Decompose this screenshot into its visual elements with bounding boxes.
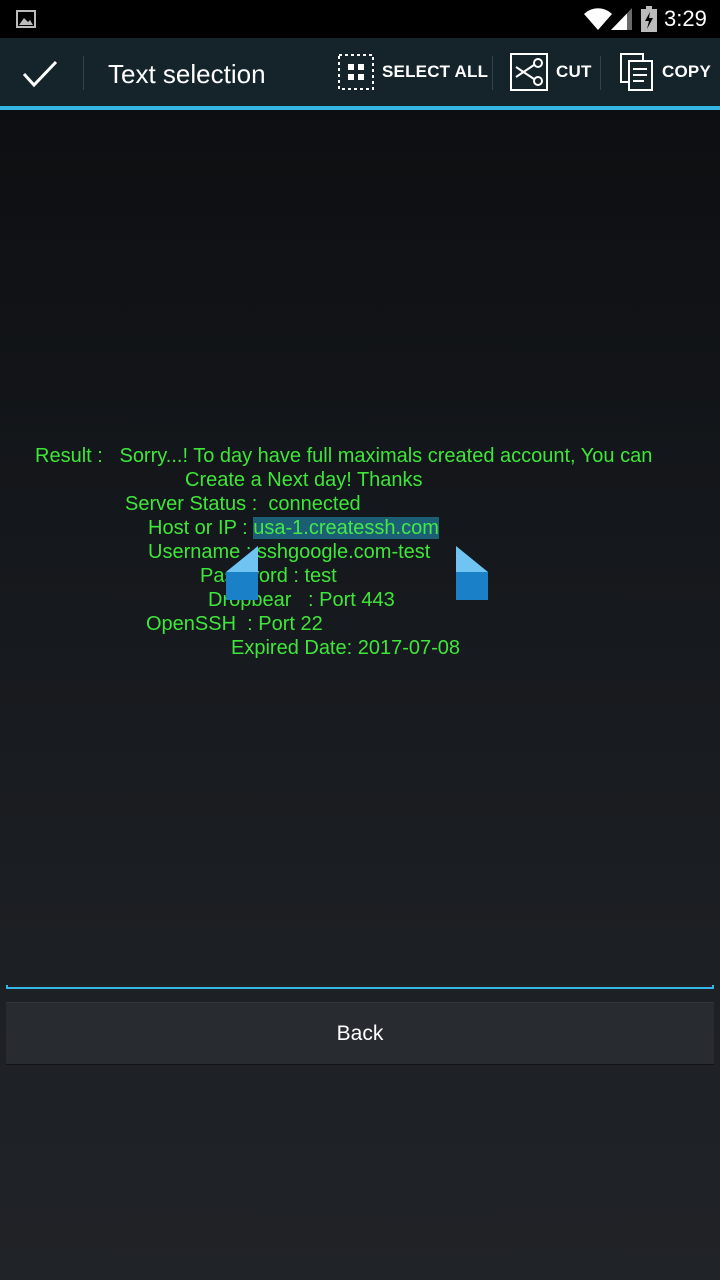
select-all-button[interactable]: SELECT ALL: [338, 38, 488, 106]
selected-text[interactable]: usa-1.createssh.com: [253, 517, 439, 539]
checkmark-icon: [22, 60, 58, 88]
copy-button[interactable]: COPY: [620, 38, 711, 106]
result-line-1: Result : Sorry...! To day have full maxi…: [35, 445, 653, 467]
status-bar: 3:29: [0, 0, 720, 38]
cut-label: CUT: [556, 62, 592, 81]
copy-icon: [620, 53, 653, 91]
back-button[interactable]: Back: [6, 1002, 714, 1065]
cut-button[interactable]: CUT: [510, 38, 592, 106]
gallery-icon: [16, 10, 36, 28]
battery-charging-icon: [641, 6, 657, 32]
divider: [600, 56, 601, 90]
divider: [492, 56, 493, 90]
host-line: Host or IP : usa-1.createssh.com: [148, 516, 439, 540]
selection-handle-right-icon[interactable]: [456, 546, 490, 600]
wifi-icon: [584, 8, 612, 31]
contextual-action-bar: Text selection SELECT ALL CUT COPY: [0, 38, 720, 106]
result-text[interactable]: Result : Sorry...! To day have full maxi…: [0, 444, 720, 708]
signal-icon: [611, 8, 632, 30]
text-field-underline: [6, 985, 714, 989]
select-all-label: SELECT ALL: [382, 62, 489, 81]
username-line: Username : sshgoogle.com-test: [148, 541, 431, 563]
clock: 3:29: [664, 6, 707, 31]
action-bar-title: Text selection: [108, 59, 266, 89]
openssh-line: OpenSSH : Port 22: [146, 613, 323, 635]
password-line: Password : test: [200, 565, 337, 587]
select-all-icon: [338, 54, 374, 90]
expired-date-line: Expired Date: 2017-07-08: [231, 637, 461, 659]
action-bar-underline: [0, 106, 720, 110]
result-line-2: Create a Next day! Thanks: [185, 469, 423, 491]
done-button[interactable]: [0, 38, 82, 106]
divider: [83, 56, 84, 90]
screen: 3:29 Text selection SELECT ALL CUT COPY …: [0, 0, 720, 1280]
host-label: Host or IP :: [148, 517, 254, 539]
scissors-icon: [510, 53, 548, 91]
copy-label: COPY: [662, 62, 711, 81]
server-status-line: Server Status : connected: [125, 493, 361, 515]
selection-handle-left-icon[interactable]: [224, 546, 258, 600]
